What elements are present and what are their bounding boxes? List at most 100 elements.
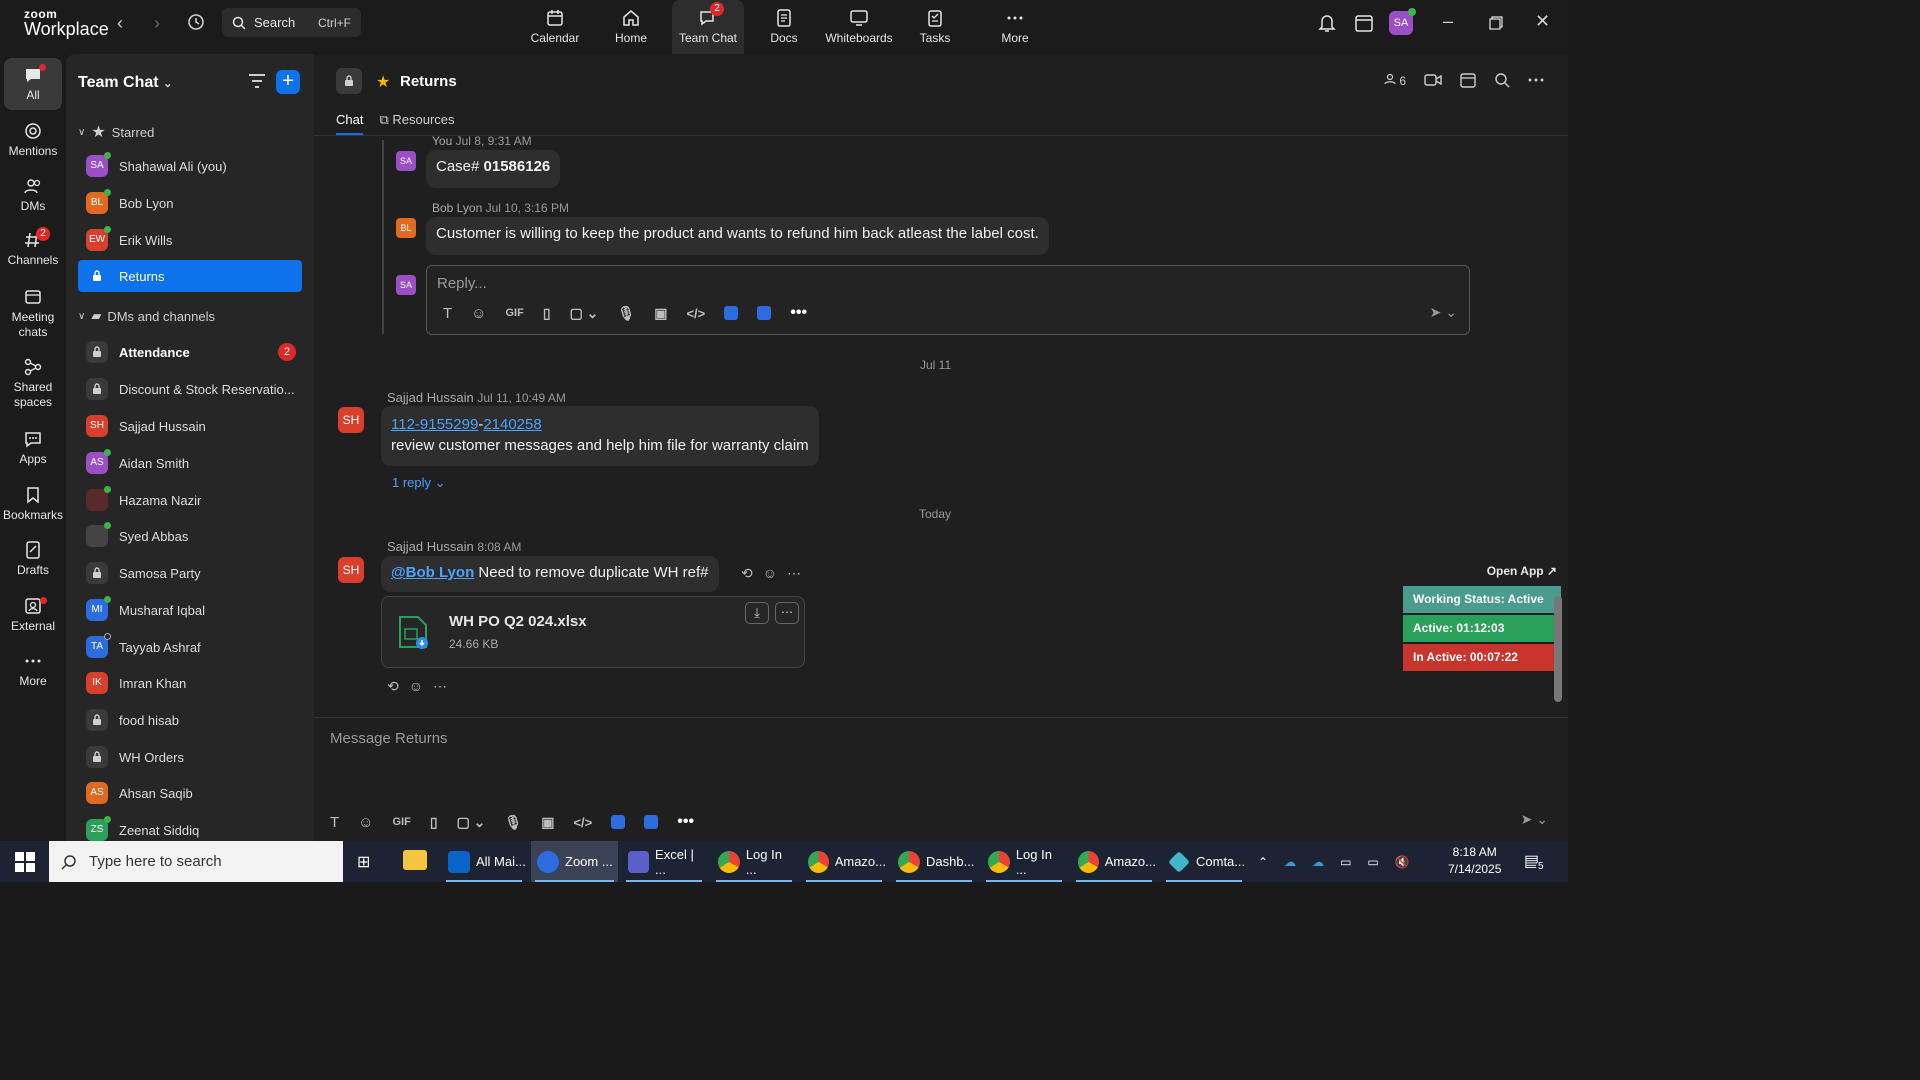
- rail-drafts[interactable]: Drafts: [0, 541, 66, 577]
- more-dots-icon[interactable]: ⋯: [787, 565, 801, 582]
- download-button[interactable]: ⤓: [745, 602, 769, 624]
- starred-section-header[interactable]: ∨ ★ Starred: [78, 122, 154, 142]
- sidebar-item-syed-abbas[interactable]: Syed Abbas: [78, 520, 302, 552]
- close-icon[interactable]: ✕: [1535, 11, 1550, 32]
- channel-title[interactable]: Returns: [400, 73, 457, 90]
- order-link[interactable]: 112-9155299: [391, 416, 478, 433]
- sidebar-item-ahsan-saqib[interactable]: AS Ahsan Saqib: [78, 777, 302, 809]
- rail-external[interactable]: External: [0, 597, 66, 633]
- sidebar-item-shahawal-ali[interactable]: SA Shahawal Ali (you): [78, 150, 302, 182]
- minimize-icon[interactable]: –: [1443, 11, 1453, 32]
- nav-calendar[interactable]: Calendar: [526, 0, 584, 54]
- taskbar-app-chrome[interactable]: Amazo...: [802, 841, 886, 882]
- text-format-icon[interactable]: T: [330, 814, 339, 831]
- file-icon[interactable]: ▯: [430, 814, 438, 831]
- rail-apps[interactable]: Apps: [0, 430, 66, 466]
- video-icon[interactable]: [1424, 73, 1442, 87]
- user-avatar[interactable]: SA: [1389, 8, 1416, 35]
- taskbar-app-chrome[interactable]: Dashb...: [892, 841, 976, 882]
- taskbar-app-chrome[interactable]: Log In ...: [982, 841, 1066, 882]
- nav-whiteboards[interactable]: Whiteboards: [822, 0, 896, 54]
- file-icon[interactable]: ▯: [543, 305, 551, 322]
- video-message-icon[interactable]: ▣: [654, 305, 667, 322]
- star-icon[interactable]: ★: [376, 72, 390, 92]
- code-icon[interactable]: </>: [573, 815, 592, 830]
- taskbar-search[interactable]: Type here to search: [49, 841, 343, 882]
- app-icon[interactable]: [644, 815, 659, 829]
- more-dots-icon[interactable]: •••: [790, 304, 807, 322]
- message-bubble[interactable]: Customer is willing to keep the product …: [426, 217, 1049, 255]
- sidebar-item-hazama-nazir[interactable]: Hazama Nazir: [78, 484, 302, 516]
- screenshot-icon[interactable]: ▢ ⌄: [570, 305, 599, 322]
- bell-icon[interactable]: [1318, 13, 1336, 38]
- windows-start-icon[interactable]: [15, 852, 35, 877]
- file-attachment[interactable]: WH PO Q2 024.xlsx 24.66 KB ⤓ ⋯: [381, 596, 805, 668]
- sidebar-item-discount[interactable]: Discount & Stock Reservatio...: [78, 373, 302, 405]
- add-reaction-icon[interactable]: ☺: [409, 678, 423, 695]
- onedrive-icon[interactable]: ☁: [1284, 855, 1296, 869]
- nav-more[interactable]: More: [994, 0, 1036, 54]
- rail-shared-spaces[interactable]: Shared spaces: [0, 358, 66, 410]
- rail-dms[interactable]: DMs: [0, 177, 66, 213]
- reply-icon[interactable]: ⟲: [741, 565, 753, 582]
- sidebar-item-erik-wills[interactable]: EW Erik Wills: [78, 224, 302, 256]
- app-icon[interactable]: [757, 306, 772, 320]
- sidebar-item-aidan-smith[interactable]: AS Aidan Smith: [78, 447, 302, 479]
- nav-tasks[interactable]: Tasks: [915, 0, 955, 54]
- more-dots-icon[interactable]: ⋯: [433, 678, 447, 695]
- taskbar-clock[interactable]: 8:18 AM 7/14/2025: [1448, 844, 1501, 878]
- sidebar-item-sajjad-hussain[interactable]: SH Sajjad Hussain: [78, 410, 302, 442]
- order-link[interactable]: 2140258: [483, 416, 541, 433]
- chevron-up-icon[interactable]: ⌃: [1258, 855, 1268, 869]
- rail-all[interactable]: All: [4, 58, 62, 110]
- taskbar-app-comtact[interactable]: Comta...: [1162, 841, 1246, 882]
- back-arrow-icon[interactable]: ‹: [117, 13, 123, 34]
- search-icon[interactable]: [1494, 72, 1510, 88]
- sidebar-item-returns[interactable]: Returns: [78, 260, 302, 292]
- battery-icon[interactable]: ▭: [1340, 855, 1351, 869]
- scrollbar[interactable]: [1554, 596, 1562, 702]
- app-icon[interactable]: [724, 306, 739, 320]
- calendar-icon[interactable]: [1460, 72, 1476, 88]
- sidebar-item-bob-lyon[interactable]: BL Bob Lyon: [78, 187, 302, 219]
- rail-meeting-chats[interactable]: Meeting chats: [0, 288, 66, 340]
- task-view-icon[interactable]: ⊞: [357, 852, 370, 872]
- taskbar-app-teams[interactable]: Excel | ...: [622, 841, 706, 882]
- dms-section-header[interactable]: ∨ ▰ DMs and channels: [78, 308, 215, 324]
- file-more-button[interactable]: ⋯: [775, 602, 799, 624]
- microphone-icon[interactable]: 🎙: [504, 814, 522, 831]
- video-message-icon[interactable]: ▣: [541, 814, 554, 831]
- message-composer[interactable]: Message Returns T ☺ GIF ▯ ▢ ⌄ 🎙 ▣ </> ••…: [314, 717, 1568, 841]
- nav-team-chat[interactable]: 2 Team Chat: [672, 0, 744, 54]
- app-icon[interactable]: [611, 815, 626, 829]
- search-bar[interactable]: Search Ctrl+F: [222, 8, 361, 37]
- message-bubble[interactable]: Case# 01586126: [426, 150, 561, 188]
- volume-muted-icon[interactable]: 🔇: [1395, 855, 1410, 869]
- more-dots-icon[interactable]: [1528, 78, 1544, 82]
- sidebar-item-food-hisab[interactable]: food hisab: [78, 704, 302, 736]
- sidebar-item-imran-khan[interactable]: IK Imran Khan: [78, 667, 302, 699]
- screenshot-icon[interactable]: ▢ ⌄: [457, 814, 486, 831]
- replies-link[interactable]: 1 reply ⌄: [392, 475, 446, 491]
- message-bubble[interactable]: 112-9155299-2140258 review customer mess…: [381, 406, 819, 466]
- emoji-icon[interactable]: ☺: [358, 814, 373, 831]
- calendar-app-icon[interactable]: [1354, 13, 1374, 38]
- tab-chat[interactable]: Chat: [336, 112, 364, 135]
- message-bubble[interactable]: @Bob Lyon Need to remove duplicate WH re…: [381, 556, 719, 592]
- text-format-icon[interactable]: T: [443, 305, 452, 322]
- rail-more[interactable]: More: [0, 652, 66, 688]
- nav-docs[interactable]: Docs: [762, 0, 806, 54]
- sidebar-item-zeenat-siddiq[interactable]: ZS Zeenat Siddiq: [78, 814, 302, 841]
- taskbar-app-chrome[interactable]: Amazo...: [1072, 841, 1156, 882]
- code-icon[interactable]: </>: [686, 306, 705, 321]
- history-icon[interactable]: [186, 12, 206, 37]
- new-chat-button[interactable]: +: [276, 70, 300, 94]
- sidebar-item-tayyab-ashraf[interactable]: TA Tayyab Ashraf: [78, 631, 302, 663]
- nav-home[interactable]: Home: [604, 0, 658, 54]
- sidebar-item-samosa-party[interactable]: Samosa Party: [78, 557, 302, 589]
- network-icon[interactable]: ▭: [1367, 855, 1378, 869]
- add-reaction-icon[interactable]: ☺: [763, 565, 777, 582]
- taskbar-app-chrome[interactable]: Log In ...: [712, 841, 796, 882]
- thread-reply-box[interactable]: Reply... T ☺ GIF ▯ ▢ ⌄ 🎙 ▣ </> ••• ➤ ⌄: [426, 265, 1470, 335]
- gif-button[interactable]: GIF: [393, 816, 411, 828]
